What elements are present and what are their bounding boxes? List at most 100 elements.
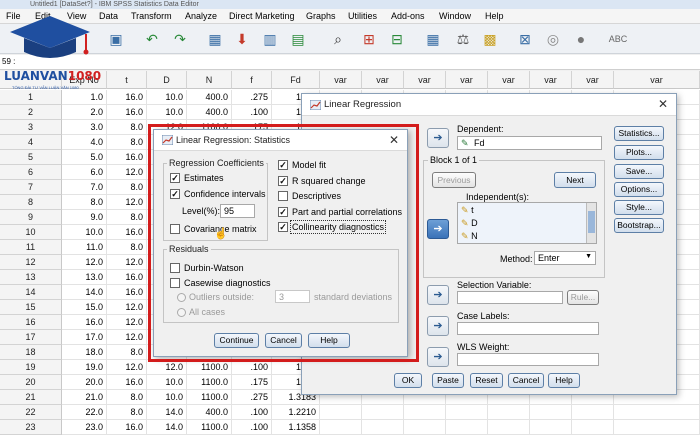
menu-direct-marketing[interactable]: Direct Marketing [229,10,295,23]
row-number[interactable]: 3 [0,120,62,135]
table-cell[interactable]: .275 [232,90,272,105]
table-cell[interactable]: 14.0 [147,420,187,435]
value-labels-icon[interactable]: ⊠ [513,27,537,51]
table-cell[interactable]: 1100.0 [187,420,232,435]
table-cell[interactable]: 8.0 [107,390,147,405]
goto-variable-icon[interactable]: ⬇ [230,27,254,51]
empty-cell[interactable] [320,405,362,420]
empty-cell[interactable] [404,420,446,435]
goto-case-icon[interactable]: ▦ [203,27,227,51]
col-header-var[interactable]: var [404,71,446,89]
table-cell[interactable]: 7.0 [62,180,107,195]
col-header-d[interactable]: D [147,71,187,89]
table-cell[interactable]: 19.0 [62,360,107,375]
col-header-f[interactable]: f [232,71,272,89]
table-cell[interactable]: 15.0 [62,300,107,315]
move-selection-button[interactable]: ➔ [427,285,449,305]
menu-window[interactable]: Window [439,10,471,23]
empty-cell[interactable] [614,420,700,435]
reset-button[interactable]: Reset [470,373,503,388]
table-cell[interactable]: 16.0 [107,270,147,285]
menu-transform[interactable]: Transform [131,10,172,23]
col-header-var[interactable]: var [446,71,488,89]
row-number[interactable]: 2 [0,105,62,120]
move-independent-button[interactable]: ➔ [427,219,449,239]
independents-list[interactable]: ✎ t ✎ D ✎ N [457,202,597,244]
table-cell[interactable]: 16.0 [107,420,147,435]
row-number[interactable]: 23 [0,420,62,435]
col-header-fd[interactable]: Fd [272,71,320,89]
spell-check-icon[interactable]: ABC [606,27,630,51]
empty-cell[interactable] [530,405,572,420]
table-cell[interactable]: 17.0 [62,330,107,345]
table-cell[interactable]: 8.0 [107,135,147,150]
table-cell[interactable]: .100 [232,105,272,120]
table-cell[interactable]: .100 [232,420,272,435]
table-cell[interactable]: 2.0 [62,105,107,120]
row-number[interactable]: 20 [0,375,62,390]
empty-cell[interactable] [530,420,572,435]
table-cell[interactable]: 12.0 [107,300,147,315]
table-cell[interactable]: .100 [232,360,272,375]
table-cell[interactable]: 16.0 [107,375,147,390]
list-item[interactable]: ✎ N [461,231,478,243]
row-number[interactable]: 14 [0,285,62,300]
weight-cases-icon[interactable]: ⚖ [451,27,475,51]
paste-button[interactable]: Paste [432,373,464,388]
table-cell[interactable]: .275 [232,390,272,405]
table-cell[interactable]: 22.0 [62,405,107,420]
table-cell[interactable]: .175 [232,375,272,390]
row-number[interactable]: 11 [0,240,62,255]
select-cases-icon[interactable]: ▩ [478,27,502,51]
table-cell[interactable]: 1.1358 [272,420,320,435]
table-cell[interactable]: 10.0 [62,225,107,240]
table-cell[interactable]: 1.0 [62,90,107,105]
col-header-var[interactable]: var [320,71,362,89]
scroll-thumb[interactable] [588,211,595,233]
table-cell[interactable]: 10.0 [147,105,187,120]
table-cell[interactable]: 8.0 [107,180,147,195]
table-cell[interactable]: 11.0 [62,240,107,255]
table-cell[interactable]: 8.0 [107,345,147,360]
variables-icon[interactable]: ▥ [258,27,282,51]
dependent-field[interactable]: ✎ Fd [457,136,602,150]
bootstrap-button[interactable]: Bootstrap... [614,218,664,233]
table-cell[interactable]: 8.0 [62,195,107,210]
table-cell[interactable]: 400.0 [187,105,232,120]
table-cell[interactable]: 16.0 [107,150,147,165]
row-number[interactable]: 9 [0,210,62,225]
empty-cell[interactable] [446,405,488,420]
scrollbar[interactable] [586,203,596,243]
move-case-labels-button[interactable]: ➔ [427,316,449,336]
row-number[interactable]: 4 [0,135,62,150]
table-cell[interactable]: 10.0 [147,390,187,405]
table-cell[interactable]: 1.2210 [272,405,320,420]
table-cell[interactable]: 6.0 [62,165,107,180]
redo-icon[interactable]: ↷ [168,27,192,51]
table-cell[interactable]: 16.0 [62,315,107,330]
row-number[interactable]: 21 [0,390,62,405]
table-cell[interactable]: 12.0 [62,255,107,270]
table-cell[interactable]: 9.0 [62,210,107,225]
empty-cell[interactable] [404,405,446,420]
split-file-icon[interactable]: ▦ [421,27,445,51]
empty-cell[interactable] [320,420,362,435]
col-header-var[interactable]: var [488,71,530,89]
previous-button[interactable]: Previous [432,172,476,188]
menu-analyze[interactable]: Analyze [185,10,217,23]
table-cell[interactable]: 23.0 [62,420,107,435]
case-labels-field[interactable] [457,322,599,335]
empty-cell[interactable] [572,405,614,420]
table-cell[interactable]: 400.0 [187,405,232,420]
menu-graphs[interactable]: Graphs [306,10,336,23]
run-descriptive-icon[interactable]: ▤ [286,27,310,51]
table-cell[interactable]: .100 [232,405,272,420]
row-number[interactable]: 6 [0,165,62,180]
row-number[interactable]: 18 [0,345,62,360]
table-cell[interactable]: 8.0 [107,120,147,135]
table-cell[interactable]: 13.0 [62,270,107,285]
row-number[interactable]: 13 [0,270,62,285]
next-button[interactable]: Next [554,172,596,188]
row-number[interactable]: 19 [0,360,62,375]
empty-cell[interactable] [362,405,404,420]
